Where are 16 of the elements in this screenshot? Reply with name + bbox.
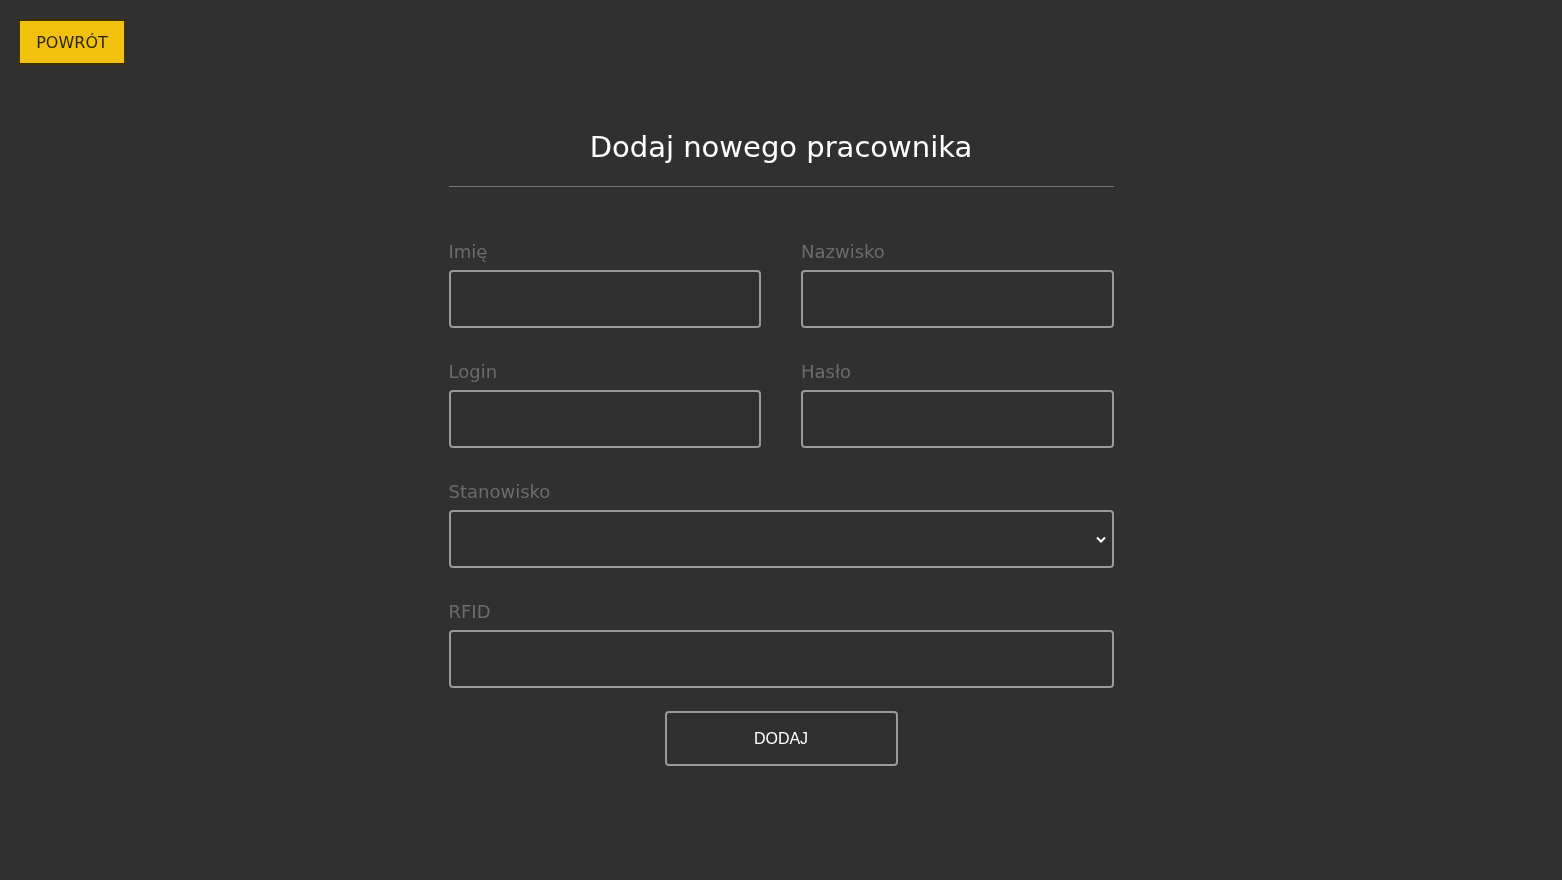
field-label: Login — [448, 361, 499, 383]
field-label: Stanowisko — [448, 481, 552, 503]
form-title: Dodaj nowego pracownika — [588, 129, 974, 166]
input-field[interactable] — [801, 270, 1114, 328]
select-field[interactable] — [448, 510, 1114, 568]
back-button[interactable]: POWRÓT — [18, 19, 126, 65]
field-label: Hasło — [801, 361, 853, 383]
caret-icon — [1095, 536, 1106, 543]
submit-button[interactable]: DODAJ — [664, 711, 898, 766]
password-field[interactable] — [801, 390, 1114, 448]
input-field[interactable] — [448, 390, 761, 448]
field-label: Imię — [448, 241, 489, 263]
input-field[interactable] — [448, 630, 1114, 688]
field-label: RFID — [448, 601, 492, 623]
field-label: Nazwisko — [801, 241, 886, 263]
input-field[interactable] — [448, 270, 761, 328]
